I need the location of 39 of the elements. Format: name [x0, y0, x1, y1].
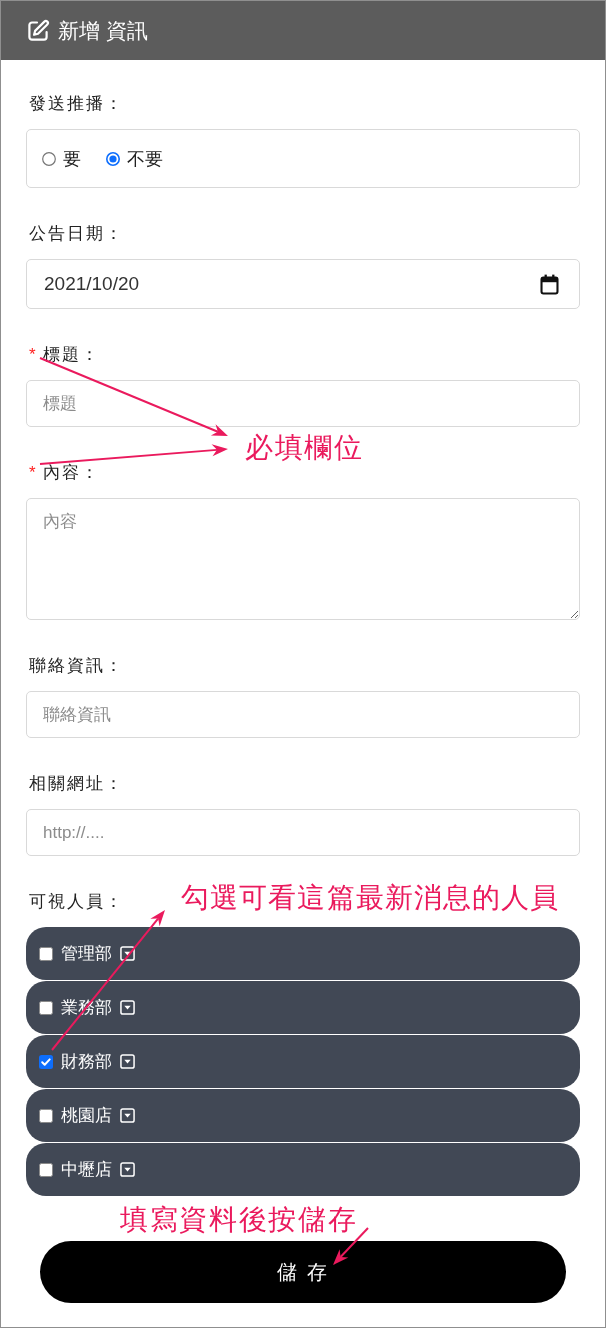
field-label: 標題： [42, 345, 100, 363]
edit-icon [26, 18, 50, 43]
checkbox[interactable] [39, 946, 53, 961]
text-field[interactable]: 聯絡資訊 [26, 691, 580, 738]
radio-button[interactable] [42, 151, 56, 166]
checkbox[interactable] [39, 1108, 53, 1123]
annotation-text: 必填欄位 [245, 434, 364, 462]
radio-button[interactable] [106, 151, 120, 166]
checkbox[interactable] [39, 1054, 53, 1069]
field-label: 發送推播： [29, 94, 125, 112]
caret-down-icon[interactable] [120, 1054, 135, 1069]
required-mark: * [29, 463, 36, 481]
text-field[interactable]: 標題 [26, 380, 580, 427]
header-title: 新增 資訊 [58, 20, 148, 41]
field-label: 內容： [42, 463, 100, 481]
text-field[interactable]: http://.... [26, 809, 580, 856]
option-label: 要 [63, 149, 81, 168]
field-label: 公告日期： [29, 224, 125, 242]
date-field[interactable]: 2021/10/20 [26, 259, 580, 309]
field-label: 聯絡資訊： [29, 656, 125, 674]
department-label: 中壢店 [61, 1161, 112, 1178]
textarea-field[interactable]: 內容 [26, 498, 580, 620]
option-label: 不要 [127, 149, 163, 168]
checkbox[interactable] [39, 1000, 53, 1015]
caret-down-icon[interactable] [120, 1162, 135, 1177]
department-label: 管理部 [61, 945, 112, 962]
required-mark: * [29, 345, 36, 363]
caret-down-icon[interactable] [120, 946, 135, 961]
save-button[interactable]: 儲 存 [40, 1241, 566, 1303]
calendar-icon[interactable] [540, 273, 559, 295]
checkbox[interactable] [39, 1162, 53, 1177]
caret-down-icon[interactable] [120, 1108, 135, 1123]
caret-down-icon[interactable] [120, 1000, 135, 1015]
annotation-text: 填寫資料後按儲存 [120, 1206, 358, 1234]
annotation-text: 勾選可看這篇最新消息的人員 [181, 884, 560, 912]
department-label: 財務部 [61, 1053, 112, 1070]
department-label: 桃園店 [61, 1107, 112, 1124]
field-label: 相關網址： [29, 774, 125, 792]
field-label: 可視人員： [29, 892, 125, 910]
